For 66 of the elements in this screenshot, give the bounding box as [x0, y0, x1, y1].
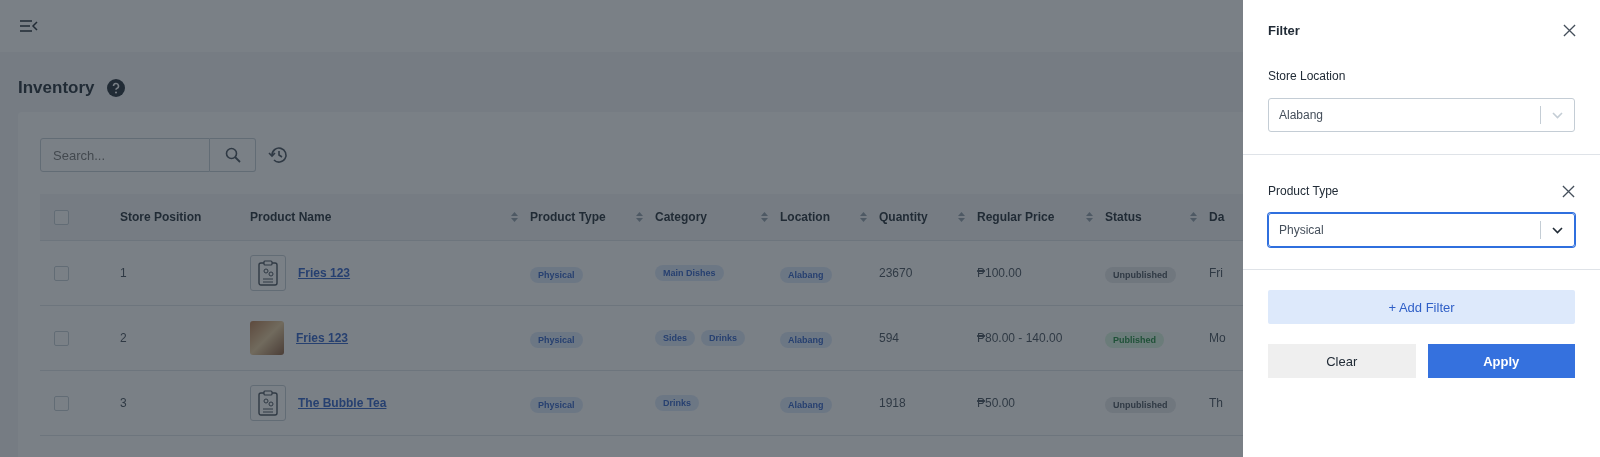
sort-icon[interactable]	[1190, 212, 1197, 222]
status-tag: Published	[1105, 332, 1164, 348]
add-filter-button[interactable]: + Add Filter	[1268, 290, 1575, 324]
type-tag: Physical	[530, 332, 583, 348]
row-checkbox[interactable]	[54, 265, 69, 281]
product-link[interactable]: The Bubble Tea	[298, 396, 387, 410]
filter-label: Store Location	[1268, 69, 1346, 83]
location-tag: Alabang	[780, 267, 832, 283]
photo-placeholder	[250, 321, 284, 355]
table-cell-text: ₱80.00 - 140.00	[977, 331, 1064, 345]
close-icon[interactable]	[1563, 23, 1576, 37]
category-tag: Drinks	[655, 395, 699, 411]
menu-icon[interactable]	[20, 20, 38, 32]
type-tag: Physical	[530, 397, 583, 413]
table-cell-text: ₱100.00	[977, 266, 1023, 280]
help-icon[interactable]	[106, 79, 125, 97]
filter-select[interactable]: Alabang	[1268, 98, 1575, 132]
column-header[interactable]: Product Name	[250, 210, 332, 224]
product-link[interactable]: Fries 123	[298, 266, 351, 280]
row-checkbox[interactable]	[54, 330, 69, 346]
table-cell-text: 1918	[879, 396, 907, 410]
panel-title: Filter	[1268, 22, 1300, 38]
category-tag: Sides	[655, 330, 695, 346]
location-tag: Alabang	[780, 397, 832, 413]
sort-icon[interactable]	[511, 212, 518, 222]
category-tag: Drinks	[701, 330, 746, 346]
clipboard-icon	[250, 385, 286, 421]
category-tag: Main Dishes	[655, 265, 724, 281]
column-header[interactable]: Product Type	[530, 210, 606, 224]
sort-icon[interactable]	[761, 212, 768, 222]
table-cell-text: 23670	[879, 266, 914, 280]
table-cell-text: 3	[120, 396, 128, 410]
table-cell-text: 2	[120, 331, 128, 345]
status-tag: Unpublished	[1105, 397, 1176, 413]
sort-icon[interactable]	[1086, 212, 1093, 222]
apply-button[interactable]: Apply	[1427, 344, 1575, 378]
close-icon[interactable]	[1562, 184, 1575, 198]
column-header[interactable]: Status	[1105, 210, 1142, 224]
filter-select[interactable]: Physical	[1268, 213, 1575, 247]
clear-button[interactable]: Clear	[1268, 344, 1416, 378]
location-tag: Alabang	[780, 332, 832, 348]
column-header[interactable]: Regular Price	[977, 210, 1055, 224]
column-header[interactable]: Location	[780, 210, 830, 224]
status-tag: Unpublished	[1105, 267, 1176, 283]
filter-label: Product Type	[1268, 184, 1339, 198]
type-tag: Physical	[530, 267, 583, 283]
sort-icon[interactable]	[958, 212, 965, 222]
column-header[interactable]: Quantity	[879, 210, 928, 224]
clipboard-icon	[250, 255, 286, 291]
table-cell-text: 1	[120, 266, 128, 280]
table-cell-text: ₱50.00	[977, 396, 1017, 410]
column-header: Store Position	[120, 210, 202, 224]
product-link[interactable]: Fries 123	[296, 331, 349, 345]
search-icon[interactable]	[210, 138, 256, 172]
history-icon[interactable]	[268, 146, 288, 164]
column-header[interactable]: Category	[655, 210, 707, 224]
sort-icon[interactable]	[860, 212, 867, 222]
sort-icon[interactable]	[636, 212, 643, 222]
table-cell-text: 594	[879, 331, 901, 345]
row-checkbox[interactable]	[54, 395, 69, 411]
page-title: Inventory	[18, 78, 95, 98]
column-header: Da	[1209, 210, 1225, 224]
table-cell-text: Fri	[1209, 266, 1224, 280]
select-all-checkbox[interactable]	[54, 209, 69, 225]
table-cell-text: Th	[1209, 396, 1224, 410]
table-cell-text: Mo	[1209, 331, 1227, 345]
